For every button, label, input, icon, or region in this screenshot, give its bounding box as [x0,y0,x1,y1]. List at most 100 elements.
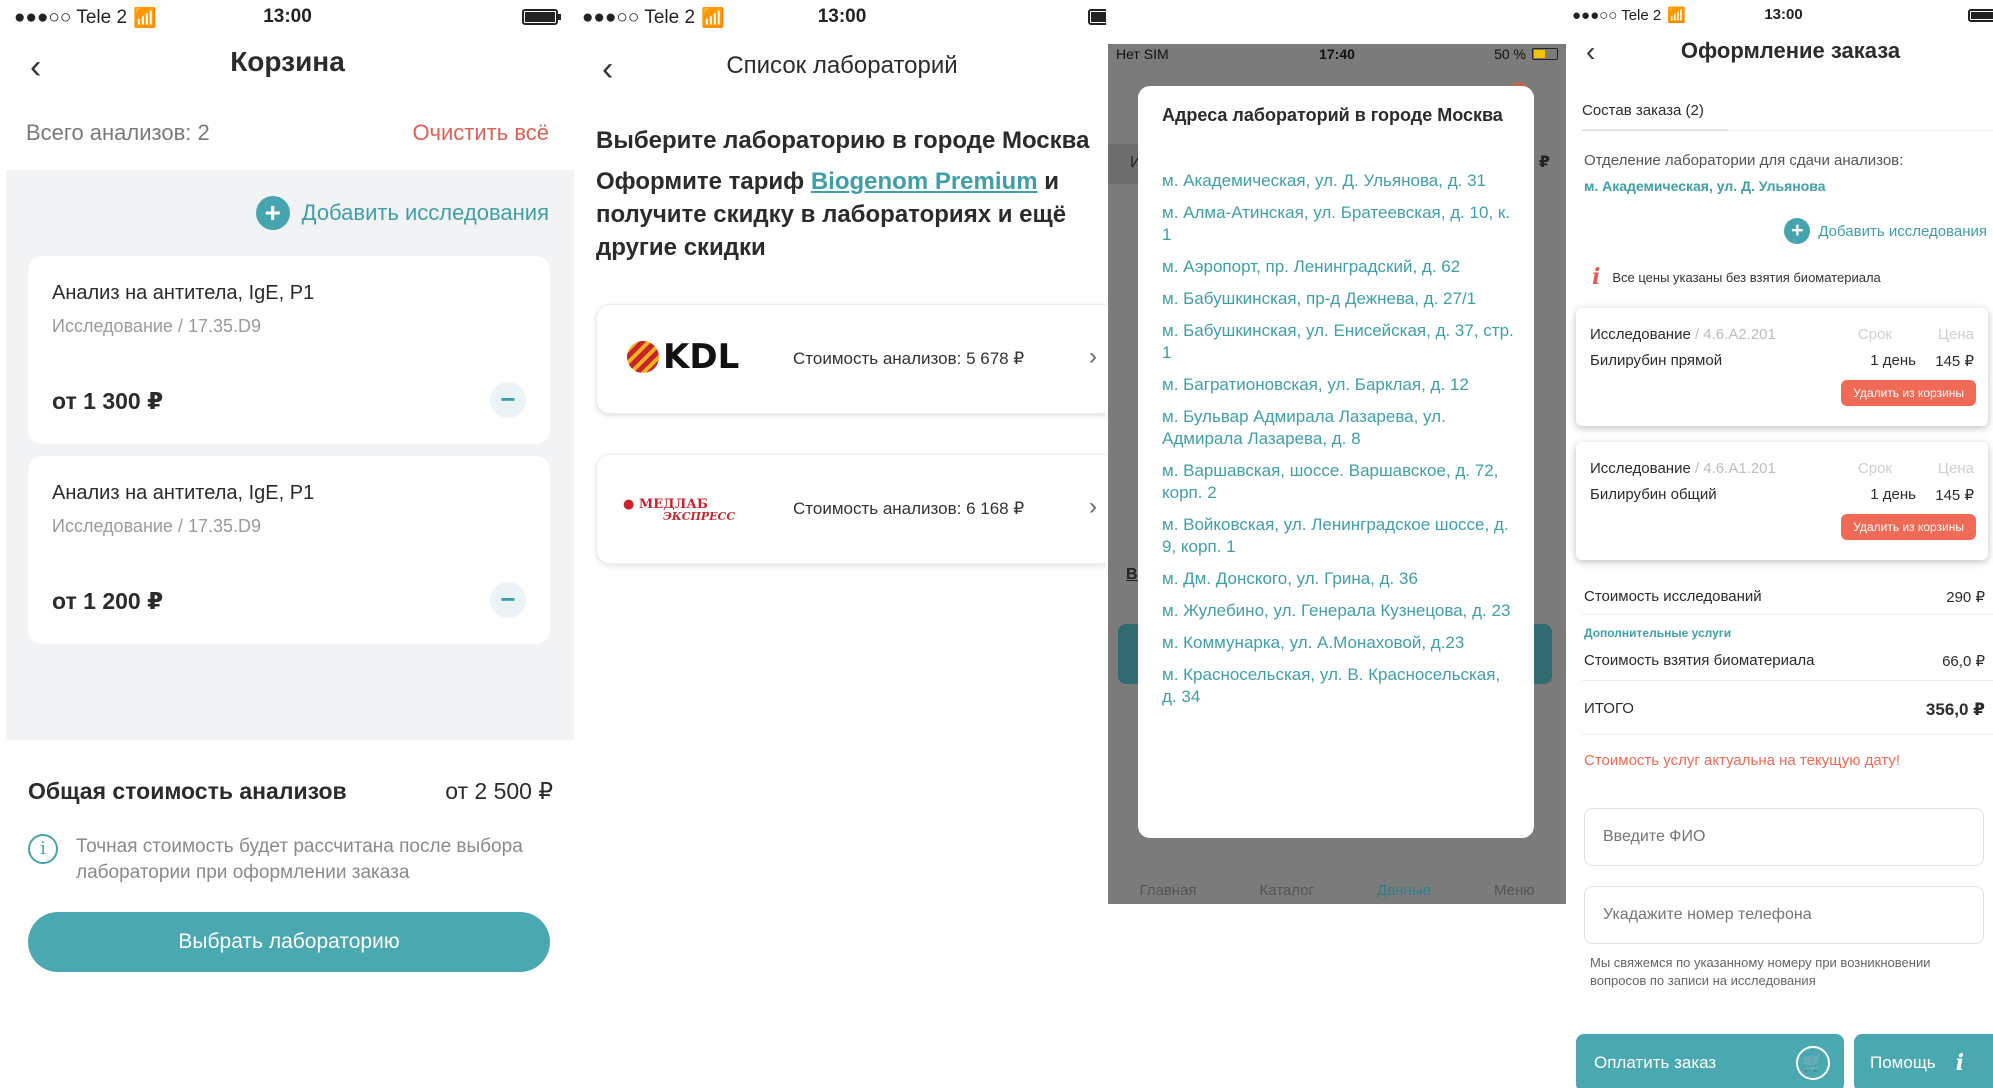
address-item[interactable]: м. Бульвар Адмирала Лазарева, ул. Адмира… [1162,406,1516,450]
status-time: 17:40 [1319,46,1355,62]
total-count: Всего анализов: 2 [26,120,210,145]
status-bar: Нет SIM 17:40 50 % [1116,46,1558,68]
address-item[interactable]: м. Дм. Донского, ул. Грина, д. 36 [1162,568,1516,590]
kdl-logo-text: KDL [663,337,740,377]
biomaterial-cost-value: 66,0 ₽ [1942,653,1985,670]
status-time: 13:00 [817,6,867,27]
tab-home[interactable]: Главная [1139,882,1196,904]
extra-services-label: Дополнительные услуги [1584,626,1732,640]
price-header: Цена [1937,326,1974,343]
cart-item: Анализ на антитела, IgE, P1 Исследование… [28,456,550,644]
medlab-logo: ● МЕДЛАБ ЭКСПРЕСС [623,497,736,523]
page-title: Список лабораторий [726,52,958,79]
info-icon: i [1592,264,1601,290]
order-item: Исследование / 4.6.A1.201 Срок Цена Били… [1576,442,1988,560]
addresses-screen: Нет SIM 17:40 50 % И ₽ В Адреса лаборато… [1108,44,1566,904]
remove-icon[interactable]: − [490,382,526,418]
address-item[interactable]: м. Аэропорт, пр. Ленинградский, д. 62 [1162,256,1516,278]
remove-from-cart-button[interactable]: Удалить из корзины [1841,380,1976,406]
tab-menu[interactable]: Меню [1494,882,1535,904]
name-input[interactable] [1584,808,1984,866]
battery-icon [1088,9,1106,25]
add-research-label: Добавить исследования [301,200,549,225]
help-label: Помощь [1870,1053,1936,1072]
tab-order-items[interactable]: Состав заказа (2) [1582,96,1728,131]
lab-cost: Стоимость анализов: 6 168 ₽ [793,499,1025,518]
divider [1582,734,1993,735]
address-item[interactable]: м. Бабушкинская, ул. Енисейская, д. 37, … [1162,320,1516,364]
lab-card-medlab[interactable]: ● МЕДЛАБ ЭКСПРЕСС Стоимость анализов: 6 1… [596,454,1106,564]
add-research-button[interactable]: + Добавить исследования [255,196,549,230]
battery-icon [1532,48,1558,60]
divider [1582,680,1993,681]
total-label: ИТОГО [1584,700,1634,717]
order-item: Исследование / 4.6.A2.201 Срок Цена Били… [1576,308,1988,426]
heading-city: Выберите лабораторию в городе Москва [596,127,1090,154]
tab-data[interactable]: Данные [1377,882,1431,904]
pay-order-label: Оплатить заказ [1594,1053,1717,1072]
behind-button [1534,624,1552,684]
phone-input[interactable] [1584,886,1984,944]
status-bar: ●●●○○ Tele 2 📶 13:00 [0,0,575,36]
item-label: Исследование / 4.6.A1.201 [1590,460,1776,477]
total-row: ИТОГО 356,0 ₽ [1584,700,1985,719]
add-research-button[interactable]: + Добавить исследования [1784,218,1987,244]
remove-from-cart-button[interactable]: Удалить из корзины [1841,514,1976,540]
address-item[interactable]: м. Красносельская, ул. В. Красносельская… [1162,664,1516,708]
status-bar: ●●●○○ Tele 2 📶 13:00 [578,0,1106,36]
item-term: 1 день [1870,352,1916,369]
pay-order-button[interactable]: Оплатить заказ 🛒 [1576,1034,1844,1088]
item-type: Исследование [1590,460,1691,477]
remove-icon[interactable]: − [490,582,526,618]
item-price: от 1 200 ₽ [52,588,164,614]
total-value: 356,0 ₽ [1925,700,1985,719]
lab-card-kdl[interactable]: KDL Стоимость анализов: 5 678 ₽ › [596,304,1106,414]
page-title: Оформление заказа [1680,38,1901,63]
biomaterial-cost-label: Стоимость взятия биоматериала [1584,652,1815,669]
battery-icon [1968,9,1993,22]
item-type: Исследование [1590,326,1691,343]
cart-screen: ●●●○○ Tele 2 📶 13:00 ‹ Корзина Всего анал… [0,0,575,1088]
term-header: Срок [1857,460,1892,477]
tab-catalog[interactable]: Каталог [1259,882,1314,904]
item-sub: Исследование / 17.35.D9 [52,316,262,336]
labs-screen: ●●●○○ Tele 2 📶 13:00 ‹ Список лабораторий… [578,0,1106,1088]
help-button[interactable]: Помощь i [1854,1034,1993,1088]
chevron-right-icon: › [1089,343,1097,370]
item-label: Исследование / 4.6.A2.201 [1590,326,1776,343]
behind-content: И [1108,144,1142,184]
behind-letter: В [1126,566,1138,583]
plus-icon: + [255,196,290,230]
divider [1582,614,1993,615]
address-item[interactable]: м. Жулебино, ул. Генерала Кузнецова, д. … [1162,600,1516,622]
address-item[interactable]: м. Коммунарка, ул. А.Монаховой, д.23 [1162,632,1516,654]
item-price: от 1 300 ₽ [52,388,164,414]
info-text: Точная стоимость будет рассчитана после … [76,836,523,883]
behind-button [1118,624,1138,684]
research-cost-row: Стоимость исследований 290 ₽ [1584,588,1985,606]
item-sub: Исследование / 17.35.D9 [52,516,262,536]
status-time: 13:00 [263,6,312,27]
info-icon: i [1955,1050,1965,1076]
addresses-modal: Адреса лабораторий в городе Москва м. Ак… [1138,86,1534,838]
info-icon: i [28,834,58,864]
term-header: Срок [1857,326,1892,343]
total-row: Всего анализов: 2 Очистить всё [26,120,549,146]
address-item[interactable]: м. Бабушкинская, пр-д Дежнева, д. 27/1 [1162,288,1516,310]
dept-value[interactable]: м. Академическая, ул. Д. Ульянова [1584,178,1826,194]
address-item[interactable]: м. Войковская, ул. Ленинградское шоссе, … [1162,514,1516,558]
address-item[interactable]: м. Варшавская, шоссе. Варшавское, д. 72,… [1162,460,1516,504]
address-item[interactable]: м. Академическая, ул. Д. Ульянова, д. 31 [1162,170,1516,192]
item-name: Билирубин прямой [1590,352,1723,369]
item-name: Билирубин общий [1590,486,1717,503]
item-code: / 4.6.A1.201 [1690,460,1776,477]
cart-icon: 🛒 [1796,1046,1830,1080]
select-lab-button[interactable]: Выбрать лабораторию [28,912,550,972]
item-price: 145 ₽ [1935,353,1974,370]
address-item[interactable]: м. Багратионовская, ул. Барклая, д. 12 [1162,374,1516,396]
item-name: Анализ на антитела, IgE, P1 [52,482,315,504]
address-item[interactable]: м. Алма-Атинская, ул. Братеевская, д. 10… [1162,202,1516,246]
kdl-logo: KDL [627,337,739,377]
clear-all-button[interactable]: Очистить всё [412,120,549,146]
premium-link[interactable]: Biogenom Premium [811,168,1038,195]
